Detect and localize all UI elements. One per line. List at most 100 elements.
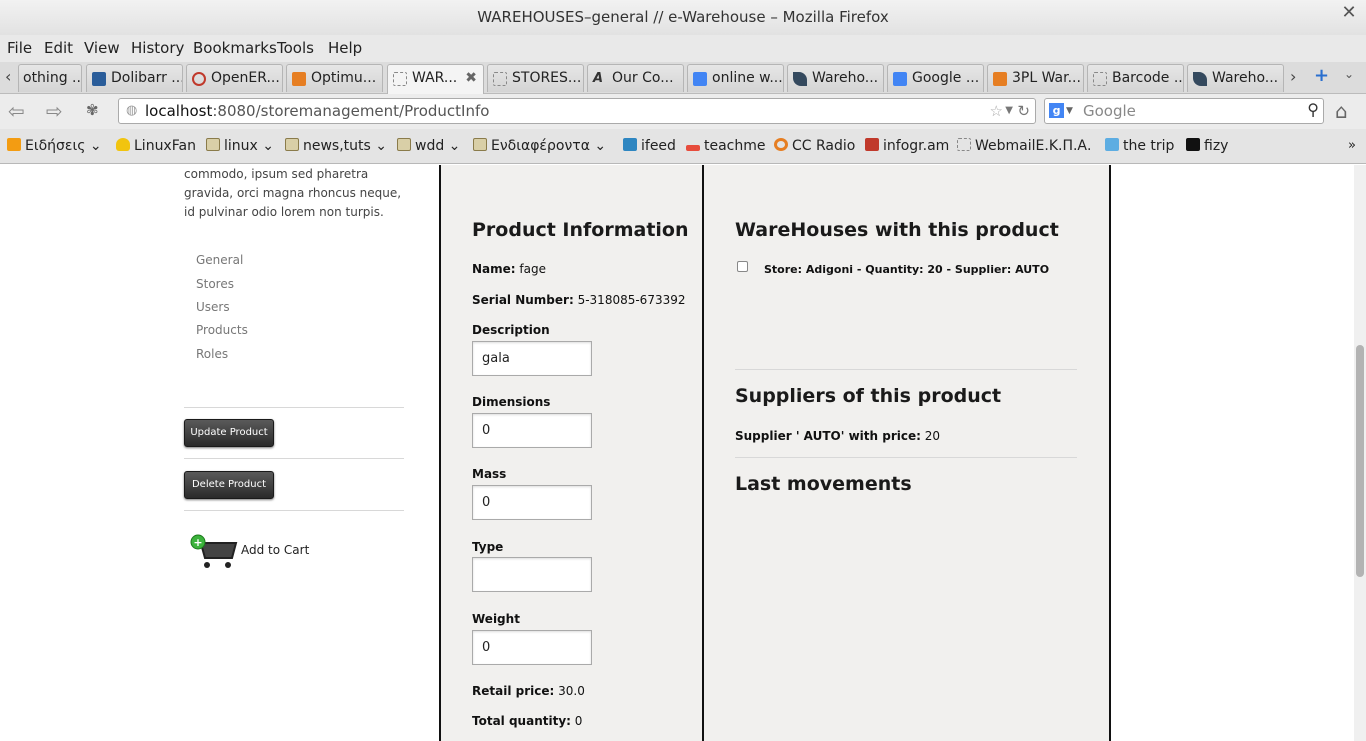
url-bar[interactable]: ◍ localhost:8080/storemanagement/Product… [118,98,1036,124]
bookmark-star-icon[interactable]: ☆ [990,99,1003,123]
tab-label: Google ... [912,70,980,86]
menu-file[interactable]: File [7,39,32,57]
folder-icon [473,138,487,151]
tab-10[interactable]: 3PL War... [987,64,1084,92]
sidebar-link-roles[interactable]: Roles [196,347,228,361]
tab-close-icon[interactable]: ✖ [465,65,477,92]
google-translate-favicon-icon [893,72,907,86]
field-label: Dimensions [472,395,551,409]
update-product-button[interactable]: Update Product [184,419,274,447]
tab-label: Optimu... [311,70,377,86]
description-label: Description [472,323,550,337]
our-co-favicon-icon: A [593,71,604,86]
product-name-value: fage [519,262,546,276]
search-icon[interactable]: ⚲ [1307,98,1319,122]
supplier-entry-label: Supplier ' AUTO' with price: [735,429,921,443]
bookmark-label: CC Radio [792,138,856,154]
bookmark-infogram[interactable]: infogr.am [865,138,949,154]
folder-icon [206,138,220,151]
sidebar-link-general[interactable]: General [196,253,243,267]
column-divider [702,165,704,741]
tab-label: Wareho... [1212,70,1279,86]
menu-bookmarks[interactable]: Bookmarks [193,39,277,57]
bookmark-folder-news[interactable]: news,tuts ⌄ [285,138,387,154]
sidebar-divider [184,458,404,459]
new-tab-icon[interactable]: + [1314,65,1329,86]
last-movements-heading: Last movements [735,473,912,495]
tab-7[interactable]: online w... [687,64,784,92]
tab-12[interactable]: Wareho... [1187,64,1284,92]
tab-scroll-left-icon[interactable]: ‹ [5,67,11,86]
tab-11[interactable]: Barcode ... [1087,64,1184,92]
menu-view[interactable]: View [84,39,120,57]
dimensions-field[interactable]: 0 [472,413,592,448]
google-engine-icon[interactable]: g [1049,103,1064,118]
bookmark-ifeed[interactable]: ifeed [623,138,676,154]
search-bar[interactable]: g ▼ Google ⚲ [1044,98,1324,124]
back-icon[interactable]: ⇦ [8,99,25,123]
bookmark-thetrip[interactable]: the trip [1105,138,1174,154]
sidebar-link-stores[interactable]: Stores [196,277,234,291]
mass-field[interactable]: 0 [472,485,592,520]
tab-label: STORES... [512,70,582,86]
tab-8[interactable]: Wareho... [787,64,884,92]
tab-0[interactable]: othing ... [18,64,82,92]
engine-chevron-down-icon[interactable]: ▼ [1066,99,1073,123]
tab-4-active[interactable]: WAR... ✖ [387,64,484,94]
bookmark-folder-wdd[interactable]: wdd ⌄ [397,138,460,154]
tab-5[interactable]: STORES... [487,64,584,92]
tab-9[interactable]: Google ... [887,64,984,92]
type-field[interactable] [472,557,592,592]
tab-3[interactable]: Optimu... [286,64,383,92]
tab-label: othing ... [23,70,82,86]
reload-icon[interactable]: ↻ [1017,99,1030,123]
menu-help[interactable]: Help [328,39,362,57]
addon-icon[interactable]: ✾ [86,101,99,119]
mass-label: Mass [472,467,506,481]
sidebar-divider [184,407,404,408]
field-label: Retail price: [472,684,555,698]
warehouse-checkbox[interactable] [737,261,748,272]
tab-list-chevron-down-icon[interactable]: ⌄ [1344,67,1354,81]
scrollbar-thumb[interactable] [1356,345,1364,577]
tab-1[interactable]: Dolibarr ... [86,64,183,92]
url-path: :8080/storemanagement/ProductInfo [212,102,490,120]
sidebar-link-products[interactable]: Products [196,323,248,337]
weight-field[interactable]: 0 [472,630,592,665]
window-close-icon[interactable]: ✕ [1338,2,1360,24]
bookmarks-overflow-icon[interactable]: » [1348,138,1356,153]
tab-scroll-right-icon[interactable]: › [1290,67,1296,86]
bookmark-linuxfan[interactable]: LinuxFan [116,138,196,154]
bookmark-folder-interesting[interactable]: Ενδιαφέροντα ⌄ [473,138,606,154]
sidebar-link-users[interactable]: Users [196,300,230,314]
warehouse-favicon-icon [793,72,807,86]
tab-label: 3PL War... [1012,70,1081,86]
page-favicon-icon [493,72,507,86]
bookmark-fizy[interactable]: fizy [1186,138,1228,154]
site-identity-globe-icon[interactable]: ◍ [126,99,137,123]
tux-icon [116,138,130,151]
home-icon[interactable]: ⌂ [1335,99,1348,123]
bookmark-label: infogr.am [883,138,950,154]
description-field[interactable]: gala [472,341,592,376]
bookmark-folder-linux[interactable]: linux ⌄ [206,138,274,154]
forward-icon[interactable]: ⇨ [46,99,63,123]
menu-edit[interactable]: Edit [44,39,73,57]
tab-2[interactable]: OpenER... [186,64,283,92]
tab-6[interactable]: A Our Co... [587,64,684,92]
bookmark-webmail[interactable]: WebmailΕ.Κ.Π.Α. [957,138,1091,154]
bookmark-news[interactable]: Ειδήσεις ⌄ [7,138,102,154]
add-to-cart-label[interactable]: Add to Cart [241,543,309,557]
menu-history[interactable]: History [131,39,184,57]
menu-tools[interactable]: Tools [277,39,314,57]
supplier-entry: Supplier ' AUTO' with price: 20 [735,429,940,443]
bookmark-ccradio[interactable]: CC Radio [774,138,855,154]
bookmark-label: LinuxFan [134,138,196,154]
add-to-cart-icon[interactable]: + [188,532,238,570]
tab-label: OpenER... [211,70,280,86]
bookmark-teachme[interactable]: teachme [686,138,766,154]
google-favicon-icon [693,72,707,86]
tab-label: Wareho... [812,70,879,86]
delete-product-button[interactable]: Delete Product [184,471,274,499]
history-chevron-down-icon[interactable]: ▼ [1005,99,1013,123]
